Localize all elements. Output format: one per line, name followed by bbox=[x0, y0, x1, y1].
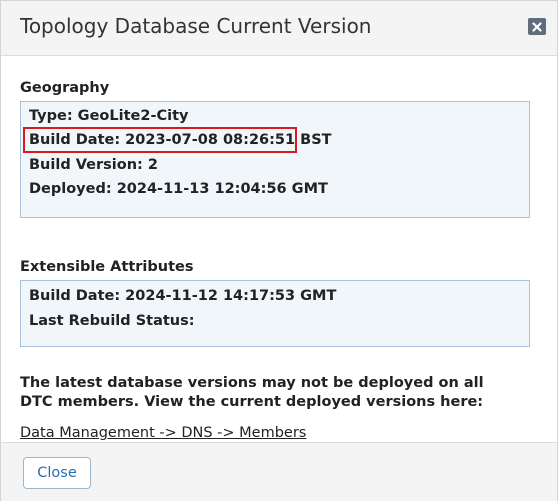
extensible-attributes-box: Build Date: 2024-11-12 14:17:53 GMT Last… bbox=[20, 280, 530, 347]
geography-heading: Geography bbox=[20, 80, 110, 96]
data-management-members-link[interactable]: Data Management -> DNS -> Members bbox=[20, 425, 306, 441]
close-button[interactable]: Close bbox=[23, 457, 91, 489]
geography-deployed: Deployed: 2024-11-13 12:04:56 GMT bbox=[29, 181, 328, 197]
ea-build-date: Build Date: 2024-11-12 14:17:53 GMT bbox=[29, 288, 337, 304]
geography-type: Type: GeoLite2-City bbox=[29, 108, 189, 124]
close-x-glyph bbox=[532, 21, 542, 32]
deployment-note: The latest database versions may not be … bbox=[20, 375, 484, 410]
dialog-body: Geography Type: GeoLite2-City Build Date… bbox=[1, 56, 557, 442]
extensible-attributes-heading: Extensible Attributes bbox=[20, 259, 194, 275]
ea-last-rebuild-status: Last Rebuild Status: bbox=[29, 313, 195, 329]
dialog-footer: Close bbox=[1, 442, 557, 501]
geography-build-version: Build Version: 2 bbox=[29, 157, 158, 173]
topology-version-dialog: Topology Database Current Version Geogra… bbox=[0, 0, 558, 501]
dialog-header: Topology Database Current Version bbox=[1, 1, 557, 56]
close-x-icon[interactable] bbox=[528, 18, 546, 35]
geography-box: Type: GeoLite2-City Build Date: 2023-07-… bbox=[20, 101, 530, 218]
dialog-title: Topology Database Current Version bbox=[20, 14, 372, 38]
geography-build-date: Build Date: 2023-07-08 08:26:51 BST bbox=[29, 132, 332, 148]
